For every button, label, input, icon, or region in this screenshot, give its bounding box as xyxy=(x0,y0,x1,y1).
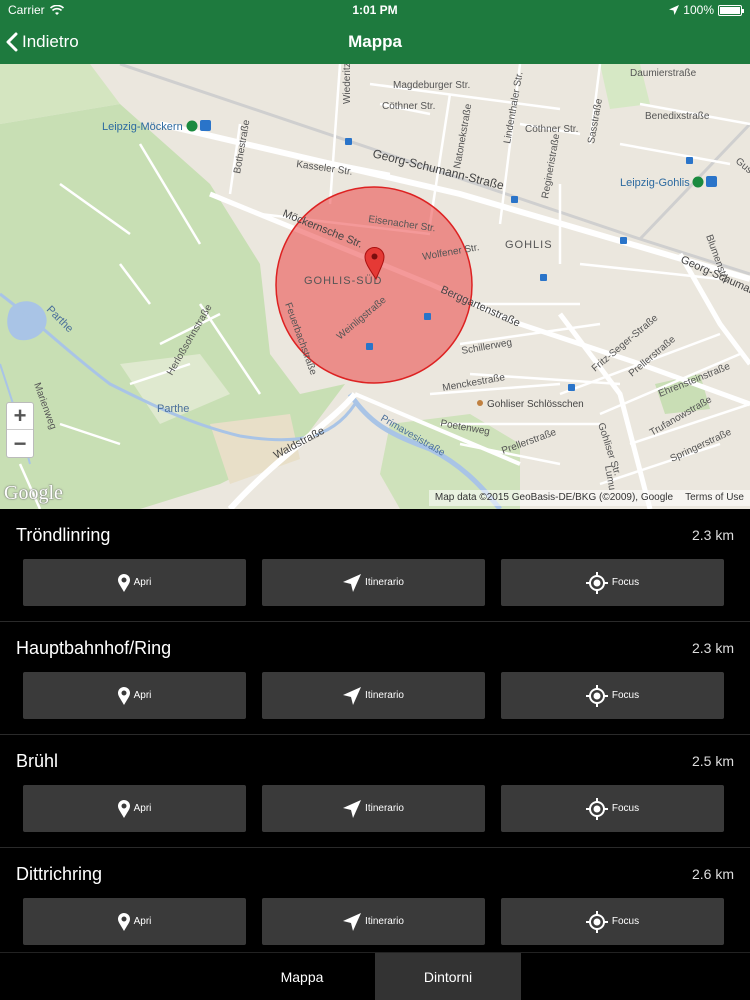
map-canvas[interactable]: Magdeburger Str. Daumierstraße Wiederitz… xyxy=(0,64,750,509)
status-right: 100% xyxy=(669,3,744,17)
route-label: Itinerario xyxy=(365,577,404,588)
open-button[interactable]: Apri xyxy=(23,898,246,945)
crosshair-icon xyxy=(585,797,608,820)
page-title: Mappa xyxy=(348,32,402,51)
terms-of-use-link[interactable]: Terms of Use xyxy=(685,492,744,504)
map-label: Leipzig-Gohlis xyxy=(620,177,690,189)
battery-icon xyxy=(718,4,744,16)
place-distance: 2.3 km xyxy=(691,527,734,543)
chevron-left-icon xyxy=(6,32,18,52)
attribution-text: Map data ©2015 GeoBasis-DE/BKG (©2009), … xyxy=(434,492,674,503)
focus-button[interactable]: Focus xyxy=(501,898,724,945)
back-label: Indietro xyxy=(22,32,79,51)
map-label: Leipzig-Möckern xyxy=(102,121,183,133)
list-item: Brühl 2.5 km Apri Itinerario Focus xyxy=(0,735,750,848)
place-distance: 2.3 km xyxy=(691,640,734,656)
battery-fill xyxy=(720,6,740,14)
open-label: Apri xyxy=(133,803,152,814)
status-time: 1:01 PM xyxy=(352,3,398,17)
battery-percent: 100% xyxy=(683,3,714,17)
focus-label: Focus xyxy=(611,916,640,927)
map-label: Benedixstraße xyxy=(645,111,710,122)
route-button[interactable]: Itinerario xyxy=(262,559,485,606)
crosshair-icon xyxy=(585,571,608,594)
location-arrow-icon xyxy=(669,5,680,15)
tab-nearby[interactable]: Dintorni xyxy=(375,953,521,1000)
map-pin-icon xyxy=(117,686,130,705)
place-name: Brühl xyxy=(16,751,59,771)
tab-map[interactable]: Mappa xyxy=(229,953,375,1000)
focus-button[interactable]: Focus xyxy=(501,672,724,719)
map-attribution: Map data ©2015 GeoBasis-DE/BKG (©2009), … xyxy=(428,490,750,506)
crosshair-icon xyxy=(585,684,608,707)
google-logo: Google xyxy=(4,482,63,504)
status-left: Carrier xyxy=(8,3,64,17)
poi-icon[interactable] xyxy=(477,400,483,406)
open-label: Apri xyxy=(133,577,152,588)
zoom-in-button[interactable]: + xyxy=(7,403,33,430)
places-list[interactable]: Tröndlinring 2.3 km Apri Itinerario Focu… xyxy=(0,509,750,952)
map-label: Daumierstraße xyxy=(630,68,697,79)
wifi-icon xyxy=(49,4,64,15)
place-distance: 2.6 km xyxy=(691,866,734,882)
route-button[interactable]: Itinerario xyxy=(262,898,485,945)
zoom-out-button[interactable]: − xyxy=(7,430,33,457)
open-button[interactable]: Apri xyxy=(23,785,246,832)
place-distance: 2.5 km xyxy=(691,753,734,769)
carrier-label: Carrier xyxy=(8,3,45,17)
zoom-control: + − xyxy=(6,402,34,458)
map-label: Wiederitz xyxy=(342,64,353,104)
focus-label: Focus xyxy=(611,690,640,701)
open-label: Apri xyxy=(133,690,152,701)
place-name: Hauptbahnhof/Ring xyxy=(16,638,172,658)
navigation-arrow-icon xyxy=(343,686,362,705)
focus-label: Focus xyxy=(611,577,640,588)
navigation-arrow-icon xyxy=(343,573,362,592)
place-name: Tröndlinring xyxy=(16,525,111,545)
map-pin-icon xyxy=(117,799,130,818)
map-label: Parthe xyxy=(157,403,189,415)
map-pin-icon xyxy=(117,912,130,931)
tab-bar: Mappa Dintorni xyxy=(0,952,750,1000)
route-label: Itinerario xyxy=(365,803,404,814)
map-label: Magdeburger Str. xyxy=(393,80,470,91)
map-label: Cöthner Str. xyxy=(382,101,435,112)
map-view[interactable]: Magdeburger Str. Daumierstraße Wiederitz… xyxy=(0,64,750,509)
route-button[interactable]: Itinerario xyxy=(262,785,485,832)
navigation-arrow-icon xyxy=(343,799,362,818)
list-item: Tröndlinring 2.3 km Apri Itinerario Focu… xyxy=(0,509,750,622)
route-label: Itinerario xyxy=(365,916,404,927)
focus-button[interactable]: Focus xyxy=(501,785,724,832)
back-button[interactable]: Indietro xyxy=(6,20,79,64)
open-button[interactable]: Apri xyxy=(23,559,246,606)
map-pin-icon xyxy=(117,573,130,592)
focus-button[interactable]: Focus xyxy=(501,559,724,606)
map-label: GOHLIS xyxy=(505,239,553,251)
navigation-arrow-icon xyxy=(343,912,362,931)
map-label: GOHLIS-SÜD xyxy=(304,275,382,287)
route-label: Itinerario xyxy=(365,690,404,701)
focus-label: Focus xyxy=(611,803,640,814)
crosshair-icon xyxy=(585,910,608,933)
navigation-bar: Indietro Mappa xyxy=(0,20,750,64)
map-label: Gohliser Schlösschen xyxy=(487,399,584,410)
status-bar: Carrier 1:01 PM 100% xyxy=(0,0,750,20)
place-name: Dittrichring xyxy=(16,864,103,884)
open-label: Apri xyxy=(133,916,152,927)
open-button[interactable]: Apri xyxy=(23,672,246,719)
list-item: Dittrichring 2.6 km Apri Itinerario Focu… xyxy=(0,848,750,952)
list-item: Hauptbahnhof/Ring 2.3 km Apri Itinerario… xyxy=(0,622,750,735)
route-button[interactable]: Itinerario xyxy=(262,672,485,719)
